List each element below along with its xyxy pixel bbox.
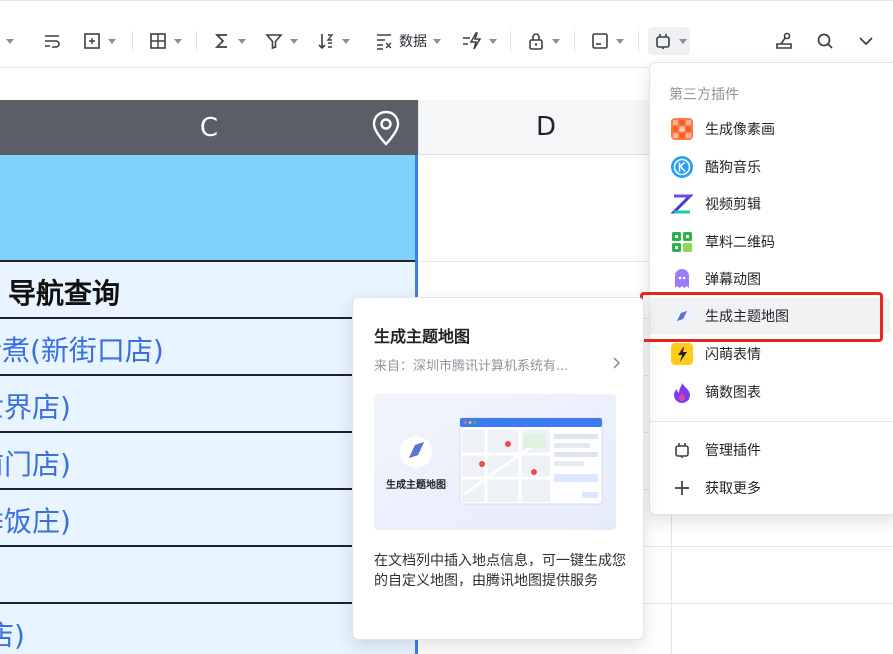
- cell-text: 导航查询: [8, 277, 121, 310]
- plugin-item-video-edit[interactable]: 视频剪辑: [650, 186, 890, 222]
- plus-icon: [671, 477, 693, 499]
- emoji-sticker-icon: [671, 343, 693, 365]
- chevron-down-icon: [552, 38, 560, 44]
- chevron-down-icon: [108, 38, 116, 44]
- toolbar-prev-dropdown[interactable]: [0, 27, 14, 55]
- plugin-item-label: 弹幕动图: [705, 272, 761, 288]
- column-d-label: D: [536, 112, 557, 142]
- chevron-down-icon: [6, 38, 14, 44]
- dropdown-divider: [650, 421, 893, 422]
- plugin-manage-icon: [671, 439, 693, 461]
- dishu-chart-icon: [671, 381, 693, 403]
- lightning-icon: [463, 32, 482, 50]
- chevron-down-icon: [489, 38, 497, 44]
- plugin-item-label: 草料二维码: [705, 235, 775, 251]
- stamp-icon: [776, 32, 792, 49]
- share-button[interactable]: [774, 27, 794, 55]
- chevron-down-icon: [238, 38, 246, 44]
- plugin-item-qr-code[interactable]: 草料二维码: [650, 224, 890, 260]
- protect-button[interactable]: [526, 27, 560, 55]
- pixel-art-icon: [671, 118, 693, 140]
- toolbar-divider: [574, 31, 575, 51]
- filter-icon: [265, 34, 283, 50]
- manage-plugins-item[interactable]: 管理插件: [650, 432, 890, 468]
- panel-icon: [592, 33, 608, 49]
- plugin-icon: [656, 34, 670, 49]
- highlight-annotation-box: [640, 292, 883, 342]
- plugin-item-label: 镝数图表: [705, 385, 761, 401]
- video-edit-icon: [670, 193, 694, 215]
- chevron-right-icon[interactable]: [609, 355, 623, 374]
- card-source[interactable]: 来自：深圳市腾讯计算机系统有...: [374, 355, 568, 374]
- plugin-item-kugou-music[interactable]: 酷狗音乐: [650, 149, 890, 185]
- plugins-button[interactable]: [648, 27, 690, 55]
- plugin-preview-card: 生成主题地图 来自：深圳市腾讯计算机系统有... 生成主题地图 在文档列中插入地…: [352, 297, 644, 640]
- card-title: 生成主题地图: [374, 327, 471, 346]
- search-button[interactable]: [815, 27, 835, 55]
- toolbar-divider: [510, 31, 511, 51]
- chevron-down-icon: [433, 38, 441, 44]
- chevron-down-icon: [616, 38, 624, 44]
- app-root: 数据 C D 导航查询 煮(新街口店) 界店) 门店) 饭庄) 店) 第三方插件…: [0, 0, 893, 654]
- plugin-dropdown-menu: 第三方插件 生成像素画 酷狗音乐 视频剪辑 草料二维码 弹幕动图 生成主题地图 …: [649, 62, 893, 515]
- get-more-item[interactable]: 获取更多: [650, 470, 890, 506]
- card-description: 在文档列中插入地点信息，可一键生成您的自定义地图，由腾讯地图提供服务: [374, 553, 626, 589]
- chevron-down-icon: [174, 38, 182, 44]
- chevron-down-icon: [342, 38, 350, 44]
- kugou-music-icon: [671, 156, 693, 178]
- card-preview-image: 生成主题地图: [374, 394, 616, 530]
- collapse-toolbar-button[interactable]: [856, 27, 876, 55]
- search-icon: [817, 33, 833, 49]
- toolbar-divider: [132, 31, 133, 51]
- data-icon: [377, 34, 392, 50]
- filter-button[interactable]: [264, 27, 298, 55]
- wrap-text-button[interactable]: [42, 27, 62, 55]
- dropdown-section-title: 第三方插件: [669, 87, 739, 103]
- toolbar-divider: [196, 31, 197, 51]
- get-more-label: 获取更多: [705, 481, 761, 497]
- border-button[interactable]: [148, 27, 182, 55]
- cell-text: 前门店): [0, 448, 71, 481]
- plugin-item-label: 酷狗音乐: [705, 160, 761, 176]
- plugin-item-label: 闪萌表情: [705, 347, 761, 363]
- toolbar-divider: [638, 31, 639, 51]
- data-menu-label: 数据: [399, 34, 427, 50]
- toolbar: 数据: [0, 0, 893, 68]
- grid-cell[interactable]: [0, 155, 418, 262]
- manage-plugins-label: 管理插件: [705, 443, 761, 459]
- wrap-text-icon: [45, 35, 60, 48]
- merge-cells-button[interactable]: [82, 27, 116, 55]
- sum-button[interactable]: [212, 27, 246, 55]
- view-button[interactable]: [590, 27, 624, 55]
- border-icon: [150, 33, 166, 49]
- plugin-item-dishu-chart[interactable]: 镝数图表: [650, 374, 890, 410]
- chevron-down-icon: [679, 38, 687, 44]
- plugin-item-label: 视频剪辑: [705, 197, 761, 213]
- cell-text: 世界店): [0, 391, 71, 424]
- automation-button[interactable]: [461, 27, 497, 55]
- lock-icon: [529, 33, 543, 50]
- chevron-down-icon: [859, 37, 873, 46]
- sigma-icon: [214, 34, 227, 48]
- plugin-item-pixel-art[interactable]: 生成像素画: [650, 111, 890, 147]
- card-preview-caption: 生成主题地图: [386, 480, 446, 491]
- cell-text: 季饭庄): [0, 505, 71, 538]
- cell-text: 店): [0, 619, 25, 652]
- location-pin-icon[interactable]: [370, 110, 402, 150]
- chevron-down-icon: [290, 38, 298, 44]
- column-c-label: C: [199, 112, 219, 143]
- qr-code-icon: [671, 231, 693, 253]
- data-menu-button[interactable]: 数据: [374, 27, 441, 55]
- plugin-item-label: 生成像素画: [705, 122, 775, 138]
- sort-button[interactable]: [316, 27, 350, 55]
- merge-cells-icon: [84, 33, 100, 49]
- sort-icon: [318, 34, 334, 50]
- cell-text: 请煮(新街口店): [0, 334, 164, 367]
- column-header-c[interactable]: C: [0, 100, 418, 155]
- danmaku-gif-icon: [671, 268, 693, 290]
